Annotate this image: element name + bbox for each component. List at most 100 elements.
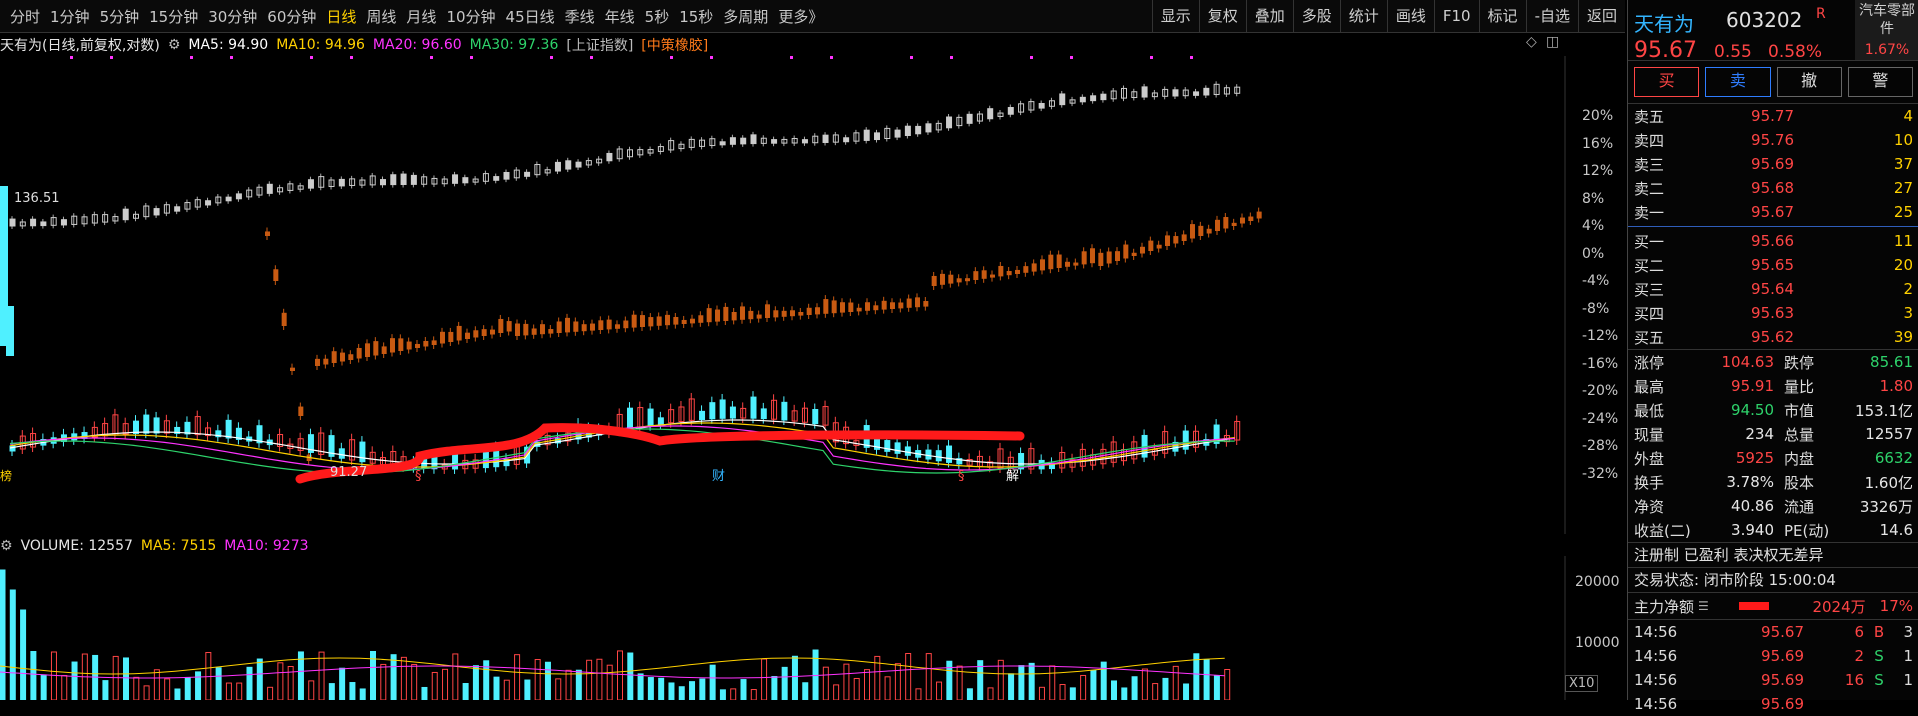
volume-bar (833, 684, 840, 700)
volume-bar (267, 686, 274, 700)
toolbar-button[interactable]: 标记 (1478, 0, 1526, 32)
index-candle (503, 171, 510, 180)
sector-candle (823, 299, 829, 314)
price-axis-tick: 0% (1582, 245, 1605, 262)
ask-row[interactable]: 卖三 95.69 37 (1628, 152, 1918, 176)
period-tab[interactable]: 60分钟 (267, 6, 316, 27)
period-tab[interactable]: 5秒 (645, 6, 670, 27)
ask-row[interactable]: 卖一 95.67 25 (1628, 200, 1918, 224)
period-tab[interactable]: 15秒 (679, 6, 713, 27)
list-icon[interactable]: ☰ (1698, 599, 1709, 613)
bid-row[interactable]: 买四 95.63 3 (1628, 301, 1918, 325)
period-tab[interactable]: 10分钟 (446, 6, 495, 27)
period-tab[interactable]: 周线 (366, 6, 396, 27)
chart-legend: 天有为(日线,前复权,对数) ⚙ MA5: 94.90 MA10: 94.96 … (0, 34, 708, 56)
period-tab[interactable]: 多周期 (723, 6, 768, 27)
ask-row[interactable]: 卖五 95.77 4 (1628, 104, 1918, 128)
volume-bar (925, 653, 932, 700)
toolbar-button[interactable]: -自选 (1525, 0, 1578, 32)
legend-sector[interactable]: [中策橡胶] (641, 35, 708, 55)
legend-ma5: MA5: 94.90 (188, 37, 269, 53)
buy-button[interactable]: 买 (1634, 67, 1700, 97)
volume-bar (184, 676, 191, 700)
period-tab[interactable]: 季线 (565, 6, 595, 27)
level-qty: 4 (1903, 107, 1913, 125)
sector-candle (690, 318, 695, 324)
trade-buttons: 买 卖 撤 警 (1628, 61, 1918, 104)
volume-settings-icon[interactable]: ⚙ (0, 538, 13, 554)
sector-candle (631, 314, 637, 328)
sector-candle (1090, 248, 1095, 264)
sector-candle (973, 271, 979, 280)
period-tab[interactable]: 5分钟 (100, 6, 140, 27)
event-dot (1150, 56, 1153, 59)
stock-candle (729, 406, 736, 419)
volume-bar (246, 666, 253, 700)
toolbar-button[interactable]: 多股 (1292, 0, 1340, 32)
tick-time: 14:56 (1634, 623, 1678, 641)
volume-bar (606, 664, 613, 700)
sector-candle (756, 314, 762, 319)
period-tab[interactable]: 30分钟 (208, 6, 257, 27)
volume-bar (802, 682, 809, 700)
sector-candle (531, 328, 537, 335)
stat-l1: 最高 (1634, 377, 1665, 396)
sector-box[interactable]: 汽车零部件 1.67% (1855, 0, 1918, 60)
stat-l2: 流通 (1784, 497, 1815, 516)
bid-row[interactable]: 买一 95.66 11 (1628, 229, 1918, 253)
ask-row[interactable]: 卖四 95.76 10 (1628, 128, 1918, 152)
sector-candle (1065, 261, 1070, 267)
volume-bar (1172, 665, 1179, 700)
sector-candle (415, 343, 420, 348)
sector-candle (640, 315, 645, 327)
settings-icon[interactable]: ⚙ (168, 37, 181, 53)
stock-candle (946, 445, 953, 463)
bid-row[interactable]: 买五 95.62 39 (1628, 325, 1918, 349)
ask-row[interactable]: 卖二 95.68 27 (1628, 176, 1918, 200)
toolbar-button[interactable]: 返回 (1577, 0, 1625, 32)
index-candle (266, 183, 273, 194)
sector-candle (1073, 262, 1079, 266)
sector-candle (906, 298, 912, 308)
stock-name[interactable]: 天有为 (1634, 8, 1694, 37)
toolbar-button[interactable]: 叠加 (1245, 0, 1293, 32)
volume-chart[interactable] (0, 556, 1625, 700)
period-tab[interactable]: 月线 (406, 6, 436, 27)
sector-candle (390, 338, 395, 353)
volume-bar (987, 687, 994, 700)
sector-candle (1223, 217, 1229, 229)
sell-button[interactable]: 卖 (1705, 67, 1771, 97)
sector-candle (581, 324, 587, 332)
period-tab[interactable]: 年线 (605, 6, 635, 27)
toolbar-button[interactable]: F10 (1433, 0, 1479, 32)
period-tab[interactable]: 1分钟 (50, 6, 90, 27)
period-tab[interactable]: 15分钟 (149, 6, 198, 27)
toolbar-button[interactable]: 显示 (1151, 0, 1199, 32)
alert-button[interactable]: 警 (1847, 67, 1913, 97)
panel-toggle-icon[interactable]: ◫ (1546, 34, 1559, 50)
index-candle (380, 179, 386, 186)
period-tab[interactable]: 分时 (10, 6, 40, 27)
toolbar-button[interactable]: 复权 (1198, 0, 1246, 32)
period-tab[interactable]: 更多》 (778, 6, 823, 27)
toolbar-button[interactable]: 画线 (1386, 0, 1434, 32)
toolbar-button[interactable]: 统计 (1339, 0, 1387, 32)
bid-row[interactable]: 买三 95.64 2 (1628, 277, 1918, 301)
legend-index[interactable]: [上证指数] (566, 35, 633, 55)
level-price: 95.64 (1751, 280, 1794, 298)
cancel-button[interactable]: 撤 (1776, 67, 1842, 97)
price-axis-tick: -24% (1582, 410, 1619, 427)
period-tab[interactable]: 日线 (326, 6, 356, 27)
sector-candle (790, 310, 795, 317)
tick-row: 14:56 95.69 16 S 1 (1628, 668, 1918, 692)
sector-candle (431, 340, 437, 345)
sector-candle (740, 306, 745, 320)
period-tab[interactable]: 45日线 (506, 6, 555, 27)
sector-candle (598, 320, 604, 330)
price-chart[interactable]: 136.51 91.27 § 财 § 解 榜 (0, 56, 1625, 534)
volume-bar (647, 677, 654, 700)
diamond-icon[interactable]: ◇ (1526, 34, 1537, 50)
sector-candle (1173, 236, 1179, 244)
volume-bar (1028, 662, 1035, 700)
bid-row[interactable]: 买二 95.65 20 (1628, 253, 1918, 277)
